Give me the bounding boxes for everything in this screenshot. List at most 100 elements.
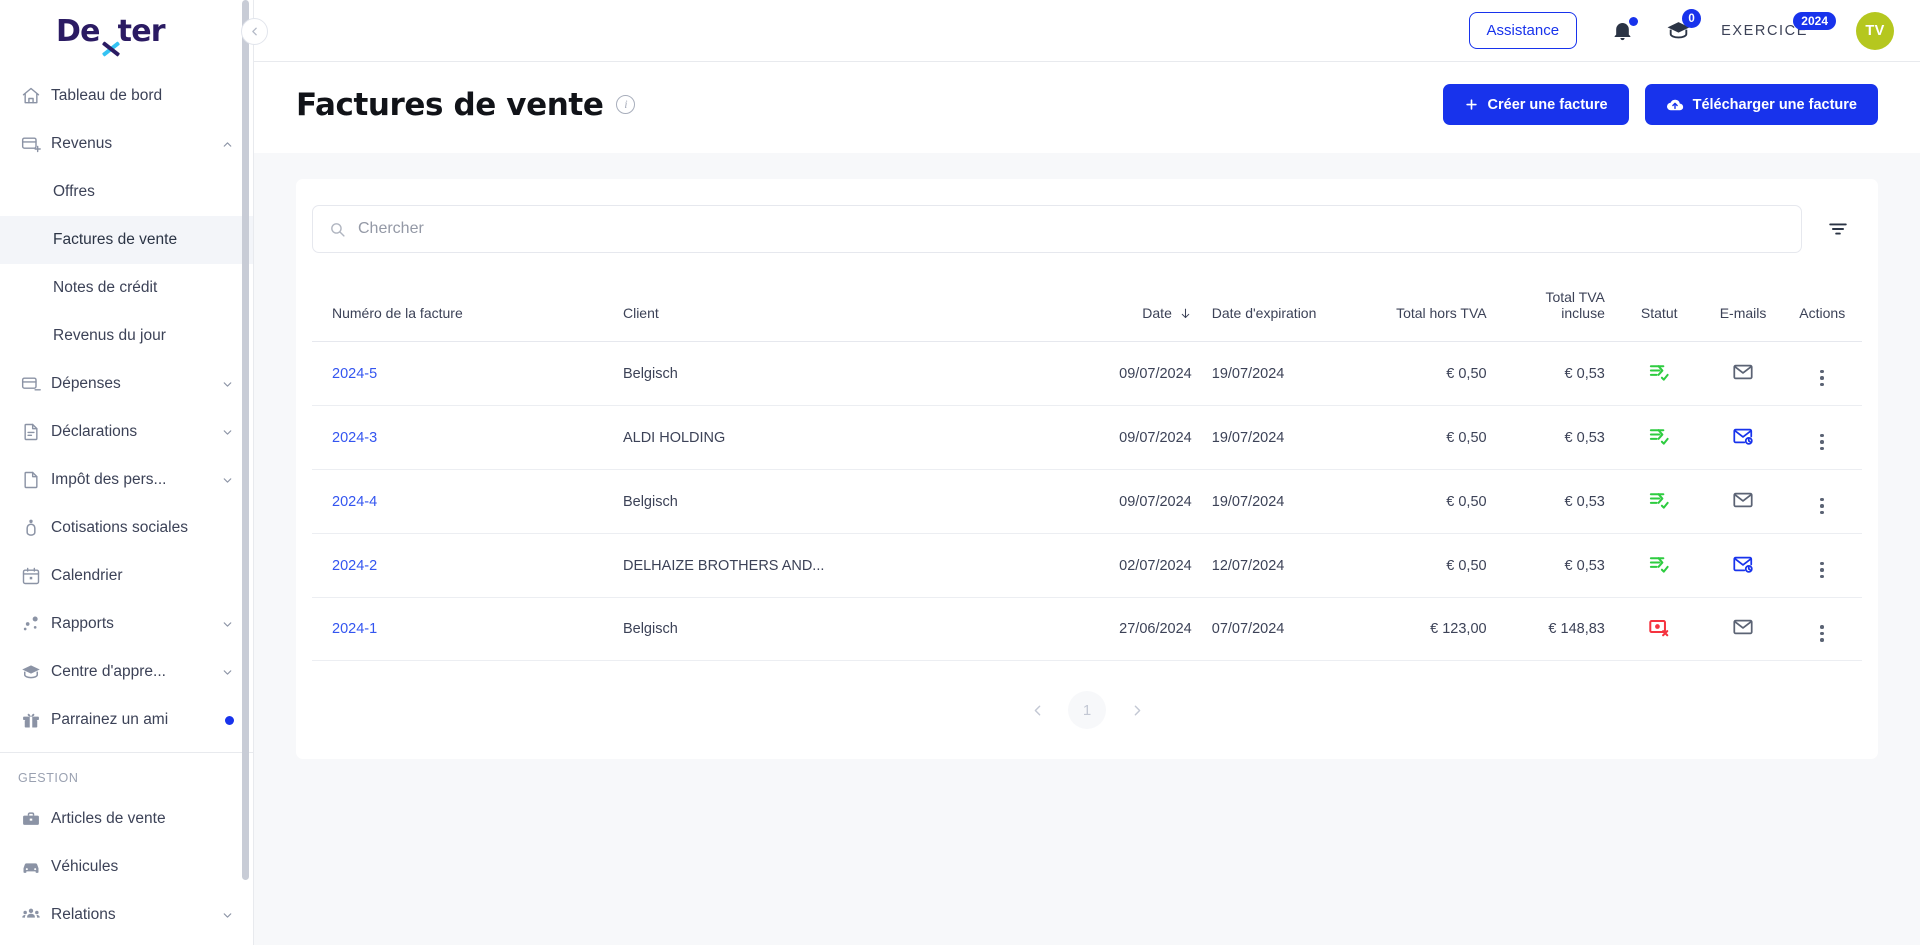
cell-email[interactable] — [1703, 597, 1783, 661]
chevron-down-icon[interactable] — [220, 473, 234, 487]
sidebar-item-declarations[interactable]: Déclarations — [0, 408, 253, 456]
cell-date: 02/07/2024 — [1063, 533, 1202, 598]
sidebar-item-factures-de-vente[interactable]: Factures de vente — [0, 216, 253, 264]
invoice-number-link[interactable]: 2024-1 — [332, 621, 377, 637]
cell-status[interactable] — [1614, 405, 1704, 470]
avatar[interactable]: TV — [1856, 11, 1894, 50]
sidebar-scrollbar-thumb[interactable] — [242, 0, 249, 880]
cell-actions[interactable] — [1782, 405, 1862, 470]
pagination-page-1[interactable]: 1 — [1068, 691, 1106, 729]
sidebar-item-relations[interactable]: Relations — [0, 891, 253, 939]
cell-status[interactable] — [1614, 597, 1704, 661]
sent-check-icon — [1648, 360, 1671, 383]
cell-actions[interactable] — [1782, 469, 1862, 534]
cell-email[interactable] — [1703, 533, 1783, 598]
column-header-client[interactable]: Client — [612, 275, 1064, 342]
sidebar-item-offres[interactable]: Offres — [0, 168, 253, 216]
sidebar-item-label: Rapports — [51, 615, 114, 632]
assistance-button[interactable]: Assistance — [1468, 12, 1578, 49]
cell-status[interactable] — [1614, 533, 1704, 598]
chevron-down-icon[interactable] — [220, 908, 234, 922]
column-header-number[interactable]: Numéro de la facture — [312, 275, 613, 342]
sidebar-item-revenus-du-jour[interactable]: Revenus du jour — [0, 312, 253, 360]
chevron-down-icon[interactable] — [220, 617, 234, 631]
cell-invoice-number: 2024-4 — [312, 469, 613, 534]
chevron-down-icon[interactable] — [220, 665, 234, 679]
invoice-number-link[interactable]: 2024-4 — [332, 494, 377, 510]
cell-actions[interactable] — [1782, 533, 1862, 598]
search-box[interactable] — [312, 205, 1802, 253]
sidebar-item-label: Articles de vente — [51, 810, 166, 827]
sidebar-item-cotisations-sociales[interactable]: Cotisations sociales — [0, 504, 253, 552]
pagination-next-button[interactable] — [1124, 697, 1150, 723]
invoice-number-link[interactable]: 2024-5 — [332, 366, 377, 382]
chevron-up-icon[interactable] — [220, 137, 234, 151]
column-header-status[interactable]: Statut — [1614, 275, 1704, 342]
table-row[interactable]: 2024-3 ALDI HOLDING 09/07/2024 19/07/202… — [312, 405, 1862, 470]
kebab-menu-icon[interactable] — [1820, 625, 1824, 642]
sidebar-item-vehicules[interactable]: Véhicules — [0, 843, 253, 891]
sidebar-scrollbar-track[interactable] — [242, 0, 251, 945]
table-row[interactable]: 2024-1 Belgisch 27/06/2024 07/07/2024 € … — [312, 597, 1862, 661]
table-row[interactable]: 2024-5 Belgisch 09/07/2024 19/07/2024 € … — [312, 341, 1862, 406]
app-logo[interactable]: De ter — [0, 0, 253, 62]
upload-invoice-button[interactable]: Télécharger une facture — [1644, 84, 1878, 125]
cell-invoice-number: 2024-3 — [312, 405, 613, 470]
kebab-menu-icon[interactable] — [1820, 369, 1824, 386]
chevron-down-icon[interactable] — [220, 425, 234, 439]
column-header-date[interactable]: Date — [1063, 275, 1202, 342]
column-header-emails[interactable]: E-mails — [1703, 275, 1783, 342]
reports-icon — [20, 613, 42, 635]
cell-total-excl-vat: € 0,50 — [1368, 533, 1497, 598]
cell-status[interactable] — [1614, 469, 1704, 534]
cell-actions[interactable] — [1782, 341, 1862, 406]
sidebar-item-depenses[interactable]: Dépenses — [0, 360, 253, 408]
sidebar-item-centre-apprentissage[interactable]: Centre d'appre... — [0, 648, 253, 696]
kebab-menu-icon[interactable] — [1820, 497, 1824, 514]
sidebar-scroll-area[interactable]: De ter Tableau de bord Revenus Offres Fa… — [0, 0, 253, 945]
table-row[interactable]: 2024-4 Belgisch 09/07/2024 19/07/2024 € … — [312, 469, 1862, 534]
top-bar: Assistance 0 EXERCICE 2024 TV — [254, 0, 1920, 62]
cell-actions[interactable] — [1782, 597, 1862, 661]
kebab-menu-icon[interactable] — [1820, 561, 1824, 578]
info-icon[interactable]: i — [616, 95, 636, 114]
sidebar-item-rapports[interactable]: Rapports — [0, 600, 253, 648]
sidebar-collapse-button[interactable] — [241, 18, 268, 45]
envelope-icon — [1732, 361, 1754, 383]
invoice-number-link[interactable]: 2024-2 — [332, 558, 377, 574]
sidebar-item-impot-des-personnes[interactable]: Impôt des pers... — [0, 456, 253, 504]
invoice-number-link[interactable]: 2024-3 — [332, 430, 377, 446]
sidebar-item-parrainez-un-ami[interactable]: Parrainez un ami — [0, 696, 253, 744]
exercice-selector[interactable]: EXERCICE 2024 — [1721, 11, 1836, 39]
cell-total-incl-vat: € 148,83 — [1496, 597, 1615, 661]
car-icon — [20, 856, 42, 878]
column-header-total-excl-vat[interactable]: Total hors TVA — [1368, 275, 1497, 342]
sidebar-item-revenus[interactable]: Revenus — [0, 120, 253, 168]
table-row[interactable]: 2024-2 DELHAIZE BROTHERS AND... 02/07/20… — [312, 533, 1862, 598]
envelope-icon — [1732, 489, 1754, 511]
page-title: Factures de vente — [296, 86, 604, 123]
cell-client: DELHAIZE BROTHERS AND... — [612, 533, 1064, 598]
sidebar-item-articles-de-vente[interactable]: Articles de vente — [0, 795, 253, 843]
cell-email[interactable] — [1703, 469, 1783, 534]
sidebar-item-label: Calendrier — [51, 567, 123, 584]
cell-email[interactable] — [1703, 405, 1783, 470]
kebab-menu-icon[interactable] — [1820, 433, 1824, 450]
academy-button[interactable]: 0 — [1666, 9, 1702, 43]
cell-email[interactable] — [1703, 341, 1783, 406]
briefcase-icon — [20, 808, 42, 830]
pagination-prev-button[interactable] — [1024, 697, 1050, 723]
notifications-button[interactable] — [1611, 17, 1639, 42]
chevron-down-icon[interactable] — [220, 377, 234, 391]
filter-button[interactable] — [1820, 211, 1856, 247]
column-header-expiration[interactable]: Date d'expiration — [1201, 275, 1369, 342]
column-header-total-incl-vat[interactable]: Total TVA incluse — [1496, 275, 1615, 342]
sidebar-item-calendrier[interactable]: Calendrier — [0, 552, 253, 600]
search-input[interactable] — [358, 220, 1785, 238]
create-invoice-button[interactable]: Créer une facture — [1442, 84, 1629, 125]
home-icon — [20, 85, 42, 107]
sidebar-item-dashboard[interactable]: Tableau de bord — [0, 72, 253, 120]
cell-status[interactable] — [1614, 341, 1704, 406]
sidebar-item-notes-de-credit[interactable]: Notes de crédit — [0, 264, 253, 312]
table-header-row: Numéro de la facture Client Date Date d'… — [312, 275, 1862, 342]
